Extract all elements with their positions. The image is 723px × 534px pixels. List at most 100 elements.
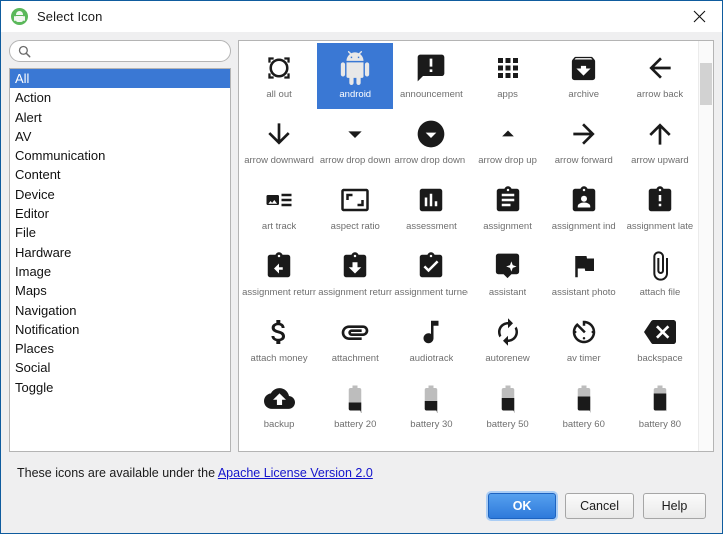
category-item-av[interactable]: AV: [10, 127, 230, 146]
icon-label: arrow back: [636, 89, 684, 100]
category-item-notification[interactable]: Notification: [10, 320, 230, 339]
icon-cell-assignment[interactable]: assignment: [469, 175, 545, 241]
icon-cell-arrow-forward[interactable]: arrow forward: [546, 109, 622, 175]
category-list[interactable]: All Action Alert AV Communication Content Devi…: [9, 68, 231, 452]
attach-money-icon: [241, 312, 317, 352]
icon-cell-battery-80[interactable]: battery 80: [622, 373, 698, 439]
category-item-content[interactable]: Content: [10, 165, 230, 184]
category-item-editor[interactable]: Editor: [10, 204, 230, 223]
search-input[interactable]: [36, 44, 222, 58]
icon-cell-assessment[interactable]: assessment: [393, 175, 469, 241]
category-item-communication[interactable]: Communication: [10, 146, 230, 165]
vertical-scrollbar[interactable]: [698, 41, 713, 451]
icon-cell-backup[interactable]: backup: [241, 373, 317, 439]
icon-cell-av-timer[interactable]: av timer: [546, 307, 622, 373]
icon-label: backspace: [637, 353, 683, 364]
icon-cell-assignment-turned[interactable]: assignment turned: [393, 241, 469, 307]
icon-cell-battery-charging-50-icon[interactable]: [546, 439, 622, 451]
category-item-device[interactable]: Device: [10, 185, 230, 204]
icon-cell-all-out[interactable]: all out: [241, 43, 317, 109]
icon-cell-arrow-upward[interactable]: arrow upward: [622, 109, 698, 175]
category-item-all[interactable]: All: [10, 69, 230, 89]
dialog-body: All Action Alert AV Communication Content Devi…: [1, 32, 722, 452]
attach-file-icon: [622, 246, 698, 286]
icon-label: attach file: [639, 287, 681, 298]
icon-cell-battery-90-icon[interactable]: [241, 439, 317, 451]
battery-20-icon: [317, 378, 393, 418]
icon-label: backup: [263, 419, 295, 430]
icon-label: autorenew: [485, 353, 530, 364]
icon-grid-panel: all out android announcement apps archive arr…: [238, 40, 714, 452]
icon-cell-battery-20[interactable]: battery 20: [317, 373, 393, 439]
icon-label: all out: [266, 89, 292, 100]
search-box[interactable]: [9, 40, 231, 62]
category-item-image[interactable]: Image: [10, 262, 230, 281]
icon-cell-autorenew[interactable]: autorenew: [469, 307, 545, 373]
help-button[interactable]: Help: [643, 493, 706, 519]
scrollbar-thumb[interactable]: [700, 63, 712, 105]
icon-cell-apps[interactable]: apps: [469, 43, 545, 109]
category-item-toggle[interactable]: Toggle: [10, 378, 230, 397]
category-item-action[interactable]: Action: [10, 88, 230, 107]
battery-80-icon: [622, 378, 698, 418]
aspect-ratio-icon: [317, 180, 393, 220]
icon-cell-battery-60[interactable]: battery 60: [546, 373, 622, 439]
icon-cell-attachment[interactable]: attachment: [317, 307, 393, 373]
icon-cell-assignment-return[interactable]: assignment return: [241, 241, 317, 307]
icon-label: art track: [261, 221, 297, 232]
icon-cell-arrow-downward[interactable]: arrow downward: [241, 109, 317, 175]
android-green-icon: [11, 8, 28, 25]
category-item-file[interactable]: File: [10, 223, 230, 242]
icon-cell-battery-charging-60-icon[interactable]: [622, 439, 698, 451]
icon-cell-arrow-back[interactable]: arrow back: [622, 43, 698, 109]
icon-cell-assignment-late[interactable]: assignment late: [622, 175, 698, 241]
category-item-maps[interactable]: Maps: [10, 281, 230, 300]
icon-cell-archive[interactable]: archive: [546, 43, 622, 109]
cancel-button[interactable]: Cancel: [565, 493, 634, 519]
category-item-alert[interactable]: Alert: [10, 108, 230, 127]
apache-license-link[interactable]: Apache License Version 2.0: [218, 466, 373, 480]
icon-label: aspect ratio: [330, 221, 380, 232]
icon-cell-battery-30[interactable]: battery 30: [393, 373, 469, 439]
icon-cell-assignment-return[interactable]: assignment return: [317, 241, 393, 307]
icon-grid[interactable]: all out android announcement apps archive arr…: [239, 41, 698, 451]
autorenew-icon: [469, 312, 545, 352]
assignment-returned-icon: [317, 246, 393, 286]
icon-label: arrow drop down: [319, 155, 391, 166]
icon-cell-battery-charging-30-icon[interactable]: [469, 439, 545, 451]
icon-cell-attach-money[interactable]: attach money: [241, 307, 317, 373]
battery-charging-50-icon: [546, 444, 622, 451]
icon-cell-aspect-ratio[interactable]: aspect ratio: [317, 175, 393, 241]
icon-cell-arrow-drop-up[interactable]: arrow drop up: [469, 109, 545, 175]
category-item-hardware[interactable]: Hardware: [10, 243, 230, 262]
icon-cell-arrow-drop-down-c[interactable]: arrow drop down c: [393, 109, 469, 175]
icon-label: assistant photo: [551, 287, 616, 298]
icon-cell-android[interactable]: android: [317, 43, 394, 109]
icon-cell-battery-50[interactable]: battery 50: [469, 373, 545, 439]
assignment-turned-in-icon: [393, 246, 469, 286]
icon-cell-assistant[interactable]: assistant: [469, 241, 545, 307]
icon-cell-announcement[interactable]: announcement: [393, 43, 469, 109]
icon-cell-assignment-ind[interactable]: assignment ind: [546, 175, 622, 241]
category-item-navigation[interactable]: Navigation: [10, 301, 230, 320]
icon-cell-backspace[interactable]: backspace: [622, 307, 698, 373]
icon-cell-assistant-photo[interactable]: assistant photo: [546, 241, 622, 307]
category-item-social[interactable]: Social: [10, 358, 230, 377]
icon-cell-art-track[interactable]: art track: [241, 175, 317, 241]
android-icon: [317, 48, 393, 88]
arrow-forward-icon: [546, 114, 622, 154]
arrow-back-icon: [622, 48, 698, 88]
archive-icon: [546, 48, 622, 88]
battery-charging-20-icon: [393, 444, 469, 451]
icon-cell-arrow-drop-down[interactable]: arrow drop down: [317, 109, 393, 175]
ok-button[interactable]: OK: [488, 493, 557, 519]
icon-cell-attach-file[interactable]: attach file: [622, 241, 698, 307]
icon-label: assignment ind: [551, 221, 616, 232]
icon-label: attach money: [250, 353, 308, 364]
close-icon[interactable]: [676, 1, 722, 31]
icon-cell-battery-full-icon[interactable]: [317, 439, 393, 451]
icon-cell-audiotrack[interactable]: audiotrack: [393, 307, 469, 373]
window-title: Select Icon: [37, 9, 103, 24]
icon-cell-battery-charging-20-icon[interactable]: [393, 439, 469, 451]
category-item-places[interactable]: Places: [10, 339, 230, 358]
